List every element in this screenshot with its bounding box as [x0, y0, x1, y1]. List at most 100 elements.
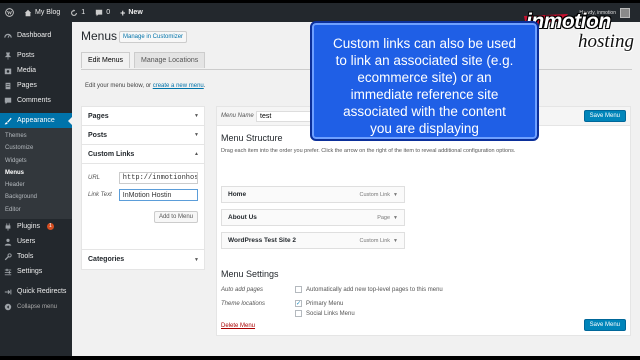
sidebar-item-plugins[interactable]: Plugins 1: [0, 219, 72, 234]
accordion-pages[interactable]: Pages ▼: [82, 107, 204, 126]
submenu-customize[interactable]: Customize: [0, 142, 72, 154]
sidebar-item-tools[interactable]: Tools: [0, 249, 72, 264]
arrow-down-icon: ▼: [194, 113, 199, 119]
tutorial-callout: Custom links can also be used to link an…: [310, 21, 539, 141]
sidebar-item-comments[interactable]: Comments: [0, 93, 72, 108]
accordion-title: Posts: [88, 131, 108, 139]
wp-admin-screen: W My Blog 1 0 + New Howdy, inmotion Dash…: [0, 3, 640, 356]
auto-add-label: Auto add pages: [221, 286, 264, 293]
collapse-menu-button[interactable]: Collapse menu: [0, 299, 72, 314]
sidebar-label: Collapse menu: [17, 303, 58, 310]
accordion-custom-links[interactable]: Custom Links ▲: [82, 145, 204, 164]
submenu-menus[interactable]: Menus: [0, 167, 72, 179]
social-menu-row: Social Links Menu: [221, 310, 355, 317]
callout-line: ecommerce site) or an: [357, 70, 492, 85]
submenu-header[interactable]: Header: [0, 179, 72, 191]
menu-item-type: Custom Link ▼: [359, 192, 398, 198]
menu-item-wordpress-test-site-2[interactable]: WordPress Test Site 2 Custom Link ▼: [221, 232, 405, 249]
menu-item-type-label: Custom Link: [359, 237, 391, 244]
menu-settings-title: Menu Settings: [221, 269, 279, 279]
pages-icon: [4, 82, 12, 90]
accordion-posts[interactable]: Posts ▼: [82, 126, 204, 145]
sidebar-item-quick-redirects[interactable]: Quick Redirects: [0, 284, 72, 299]
link-text-input[interactable]: InMotion Hostin: [118, 189, 198, 201]
primary-menu-checkbox[interactable]: ✓: [295, 300, 302, 307]
sidebar-label: Quick Redirects: [17, 288, 67, 296]
new-label: New: [128, 9, 143, 16]
social-menu-label: Social Links Menu: [306, 310, 355, 317]
accordion-categories[interactable]: Categories ▼: [82, 250, 204, 269]
updates-link[interactable]: 1: [65, 3, 90, 22]
menu-item-title: About Us: [228, 214, 257, 221]
accordion-title: Pages: [88, 112, 109, 120]
sidebar-label: Users: [17, 238, 36, 246]
settings-icon: [4, 268, 12, 276]
edit-menu-instructions: Edit your menu below, or create a new me…: [85, 83, 205, 89]
drag-instructions: Drag each item into the order you prefer…: [221, 148, 516, 154]
collapse-icon: [4, 303, 12, 311]
sidebar-label: Posts: [17, 52, 35, 59]
accordion-title: Categories: [88, 256, 125, 263]
appearance-submenu: Themes Customize Widgets Menus Header Ba…: [0, 128, 72, 220]
delete-menu-link[interactable]: Delete Menu: [221, 323, 255, 329]
callout-line: immediate reference site: [350, 87, 499, 102]
save-menu-button-top[interactable]: Save Menu: [583, 110, 626, 122]
sidebar-label: Settings: [17, 268, 43, 276]
sidebar-label: Comments: [17, 97, 51, 104]
updates-icon: [70, 8, 78, 17]
arrow-down-icon: ▼: [194, 132, 199, 138]
sidebar-item-users[interactable]: Users: [0, 234, 72, 249]
sidebar-item-dashboard[interactable]: Dashboard: [0, 28, 72, 43]
menu-item-about-us[interactable]: About Us Page ▼: [221, 209, 405, 226]
tools-icon: [4, 252, 12, 261]
auto-add-text: Automatically add new top-level pages to…: [306, 286, 443, 293]
callout-line: Custom links can also be used: [332, 36, 517, 51]
nav-tabs: Edit Menus Manage Locations: [81, 52, 206, 68]
primary-menu-label: Primary Menu: [306, 300, 344, 307]
add-to-menu-button[interactable]: Add to Menu: [153, 211, 198, 223]
updates-count: 1: [81, 9, 86, 16]
sidebar-label: Media: [17, 67, 37, 74]
manage-in-customizer-button[interactable]: Manage in Customizer: [119, 31, 188, 43]
sidebar-item-posts[interactable]: Posts: [0, 48, 72, 63]
save-menu-button-bottom[interactable]: Save Menu: [583, 319, 626, 331]
submenu-widgets[interactable]: Widgets: [0, 155, 72, 167]
site-name-link[interactable]: My Blog: [19, 3, 65, 22]
plugin-icon: [4, 222, 12, 231]
submenu-themes[interactable]: Themes: [0, 130, 72, 142]
sidebar-item-appearance[interactable]: Appearance: [0, 113, 72, 128]
edit-text: Edit your menu below, or: [85, 83, 152, 89]
url-row: URL http://inmotionhosti: [88, 172, 198, 184]
wp-logo-button[interactable]: W: [0, 3, 19, 22]
arrow-down-icon[interactable]: ▼: [393, 238, 398, 244]
arrow-down-icon[interactable]: ▼: [393, 192, 398, 198]
menu-item-type-label: Page: [377, 214, 391, 221]
auto-add-checkbox[interactable]: [295, 286, 302, 293]
sidebar-label: Tools: [17, 253, 34, 261]
menu-item-type: Custom Link ▼: [359, 238, 398, 244]
sidebar-item-settings[interactable]: Settings: [0, 264, 72, 279]
arrow-down-icon[interactable]: ▼: [393, 215, 398, 221]
menu-item-title: Home: [228, 191, 247, 198]
create-new-menu-link[interactable]: create a new menu: [153, 83, 204, 89]
submenu-editor[interactable]: Editor: [0, 204, 72, 216]
callout-line: associated with the content: [343, 104, 506, 119]
edit-text-suffix: .: [203, 83, 206, 89]
video-frame: W My Blog 1 0 + New Howdy, inmotion Dash…: [0, 0, 640, 360]
sidebar-item-pages[interactable]: Pages: [0, 78, 72, 93]
page-title: Menus: [81, 29, 118, 43]
redirect-icon: [4, 288, 12, 296]
sidebar-item-media[interactable]: Media: [0, 63, 72, 78]
url-input[interactable]: http://inmotionhosti: [118, 172, 198, 184]
new-content-link[interactable]: + New: [115, 3, 148, 22]
pin-icon: [4, 51, 12, 60]
tab-edit-menus[interactable]: Edit Menus: [81, 52, 131, 68]
logo-sub-text: hosting: [578, 31, 634, 52]
plugins-update-badge: 1: [46, 223, 54, 231]
social-menu-checkbox[interactable]: [295, 310, 302, 317]
submenu-background[interactable]: Background: [0, 191, 72, 203]
tab-manage-locations[interactable]: Manage Locations: [134, 52, 206, 68]
add-menu-items-accordion: Pages ▼ Posts ▼ Custom Links ▲ URL http:…: [81, 106, 205, 270]
menu-item-home[interactable]: Home Custom Link ▼: [221, 186, 405, 203]
comments-link[interactable]: 0: [90, 3, 115, 22]
